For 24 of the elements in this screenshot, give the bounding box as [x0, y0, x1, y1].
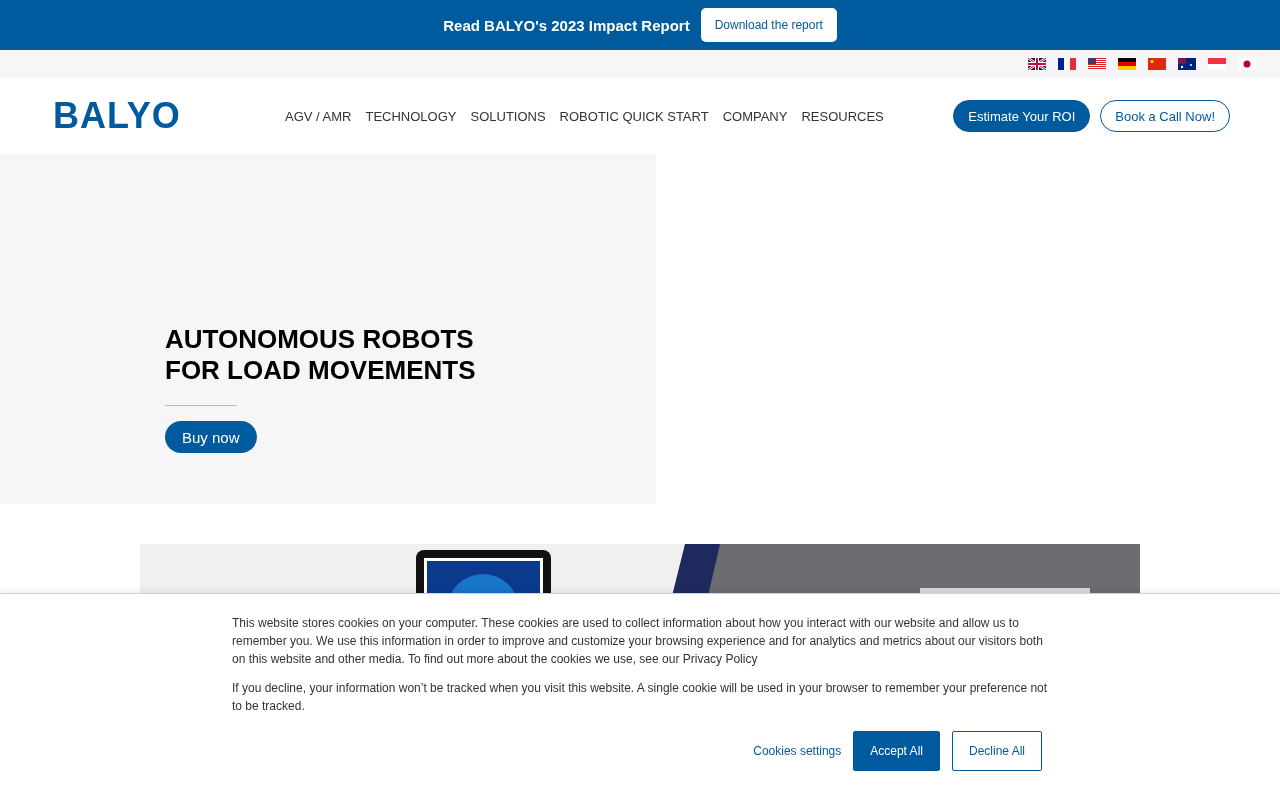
cookies-settings-link[interactable]: Cookies settings [753, 744, 842, 758]
accept-all-button[interactable]: Accept All [853, 731, 940, 771]
flag-icon[interactable] [1028, 58, 1046, 70]
estimate-roi-button[interactable]: Estimate Your ROI [953, 100, 1091, 132]
book-call-button[interactable]: Book a Call Now! [1100, 100, 1230, 132]
nav-link[interactable]: COMPANY [722, 108, 788, 124]
flag-icon[interactable] [1088, 58, 1106, 70]
hero-title: AUTONOMOUS ROBOTS FOR LOAD MOVEMENTS [165, 324, 477, 386]
nav-link[interactable]: AGV / AMR [285, 108, 352, 124]
flag-icon[interactable] [1238, 58, 1256, 70]
cookie-text: This website stores cookies on your computer. These cookies are used to collect information about how you interact with our website and allow us to remember you. We use this information in order to improve and customize your browsing experience and for analytics and metrics about our visitors both on this website and other media. To find out more about the cookies we use, see our Privacy Policy [232, 615, 1044, 668]
nav-link[interactable]: TECHNOLOGY [365, 108, 457, 124]
cookie-text: If you decline, your information won’t be tracked when you visit this website. A single cookie will be used in your browser to remember your preference not to be tracked. [232, 680, 1048, 715]
download-report-button[interactable]: Download the report [700, 8, 837, 42]
logo[interactable]: BALYO [53, 95, 285, 137]
decline-all-button[interactable]: Decline All [951, 731, 1042, 771]
nav-link[interactable]: ROBOTIC QUICK START [559, 108, 709, 124]
announcement-text: Read BALYO's 2023 Impact Report [443, 16, 690, 34]
flag-icon[interactable] [1058, 58, 1076, 70]
flag-icon[interactable] [1118, 58, 1136, 70]
flag-icon[interactable] [1178, 58, 1196, 70]
nav-link[interactable]: RESOURCES [801, 108, 884, 124]
buy-now-button[interactable]: Buy now [165, 421, 257, 453]
nav-link[interactable]: SOLUTIONS [470, 108, 546, 124]
